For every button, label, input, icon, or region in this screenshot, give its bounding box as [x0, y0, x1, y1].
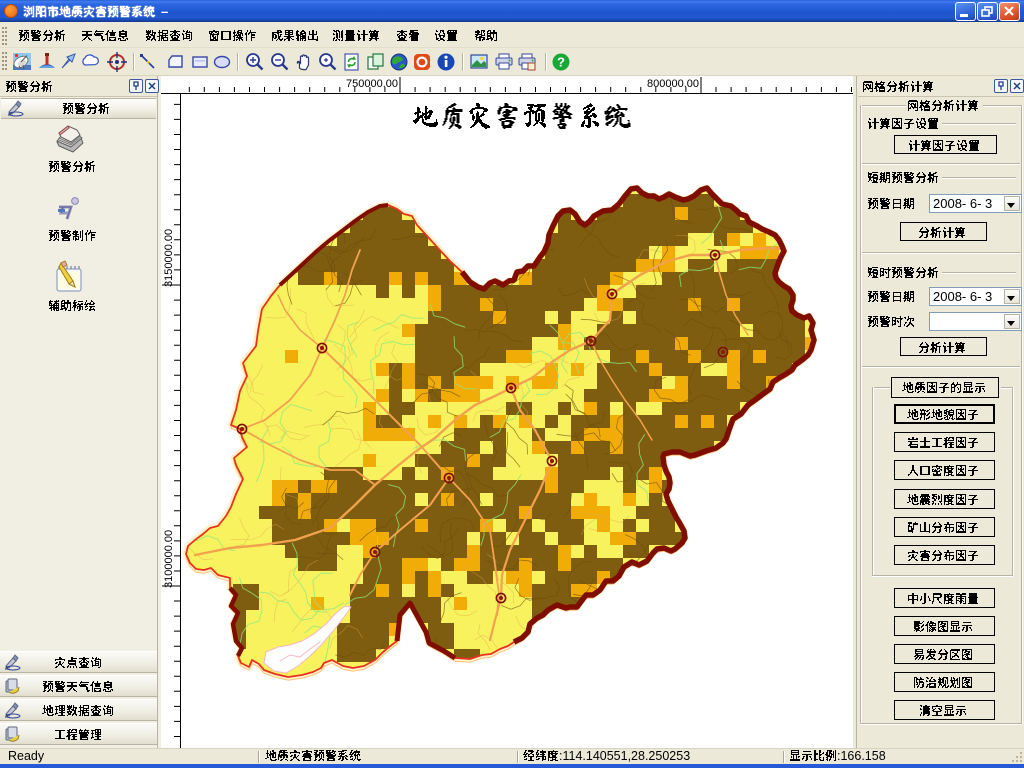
svg-text:?: ? — [557, 55, 565, 70]
